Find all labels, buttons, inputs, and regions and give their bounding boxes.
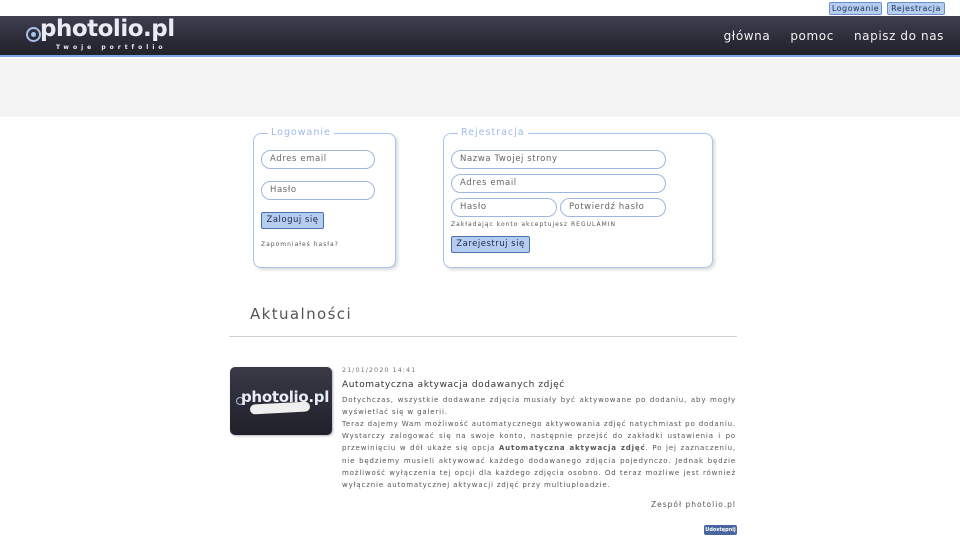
article-paragraph-1: Dotychczas, wszystkie dodawane zdjęcia m…: [342, 396, 736, 417]
confirm-password-input[interactable]: Potwierdź hasło: [560, 198, 666, 217]
login-email-input[interactable]: Adres email: [261, 150, 375, 169]
news-divider: [229, 336, 737, 337]
forgot-password-link[interactable]: Zapomniałeś hasła?: [261, 241, 339, 248]
nav-item-help[interactable]: pomoc: [790, 29, 834, 43]
header-band: [0, 59, 960, 117]
register-form: Rejestracja Nazwa Twojej strony Adres em…: [443, 127, 713, 268]
article-title[interactable]: Automatyczna aktywacja dodawanych zdjęć: [342, 380, 565, 390]
article-signature: Zespół photolio.pl: [650, 500, 736, 509]
article-date: 21/01/2020 14:41: [342, 366, 417, 374]
article-paragraph-2-lead: Teraz dajemy Wam możliwość automatyczneg…: [229, 418, 736, 491]
logo-text: photolio.pl: [40, 16, 175, 42]
login-legend: Logowanie: [268, 127, 334, 138]
site-header: photolio.pl Twoje portfolio główna pomoc…: [0, 16, 960, 57]
login-password-input[interactable]: Hasło: [261, 181, 375, 200]
login-submit-button[interactable]: Zaloguj się: [261, 212, 324, 229]
main-nav: główna pomoc napisz do nas: [724, 29, 944, 43]
nav-item-contact[interactable]: napisz do nas: [854, 29, 944, 43]
top-auth-bar: Logowanie Rejestracja: [0, 0, 960, 16]
login-form: Logowanie Adres email Hasło Zaloguj się …: [253, 127, 396, 268]
register-top-button[interactable]: Rejestracja: [887, 2, 945, 15]
logo-tagline: Twoje portfolio: [56, 44, 167, 51]
thumb-smear: [249, 401, 311, 415]
register-email-input[interactable]: Adres email: [451, 174, 666, 193]
register-submit-button[interactable]: Zarejestruj się: [451, 236, 530, 253]
news-heading: Aktualności: [250, 305, 353, 323]
terms-text[interactable]: Zakładając konto akceptujesz REGULAMIN: [451, 221, 616, 228]
camera-icon: [26, 27, 41, 42]
article-paragraph-2-bold: Automatyczna aktywacja zdjęć: [498, 444, 646, 453]
login-top-button[interactable]: Logowanie: [829, 2, 882, 15]
facebook-share-button[interactable]: Udostępnij: [704, 525, 737, 535]
register-legend: Rejestracja: [458, 127, 528, 138]
register-password-input[interactable]: Hasło: [451, 198, 557, 217]
site-name-input[interactable]: Nazwa Twojej strony: [451, 150, 666, 169]
article-paragraph-2: Teraz dajemy Wam możliwość automatyczneg…: [229, 418, 736, 491]
nav-item-home[interactable]: główna: [724, 29, 771, 43]
